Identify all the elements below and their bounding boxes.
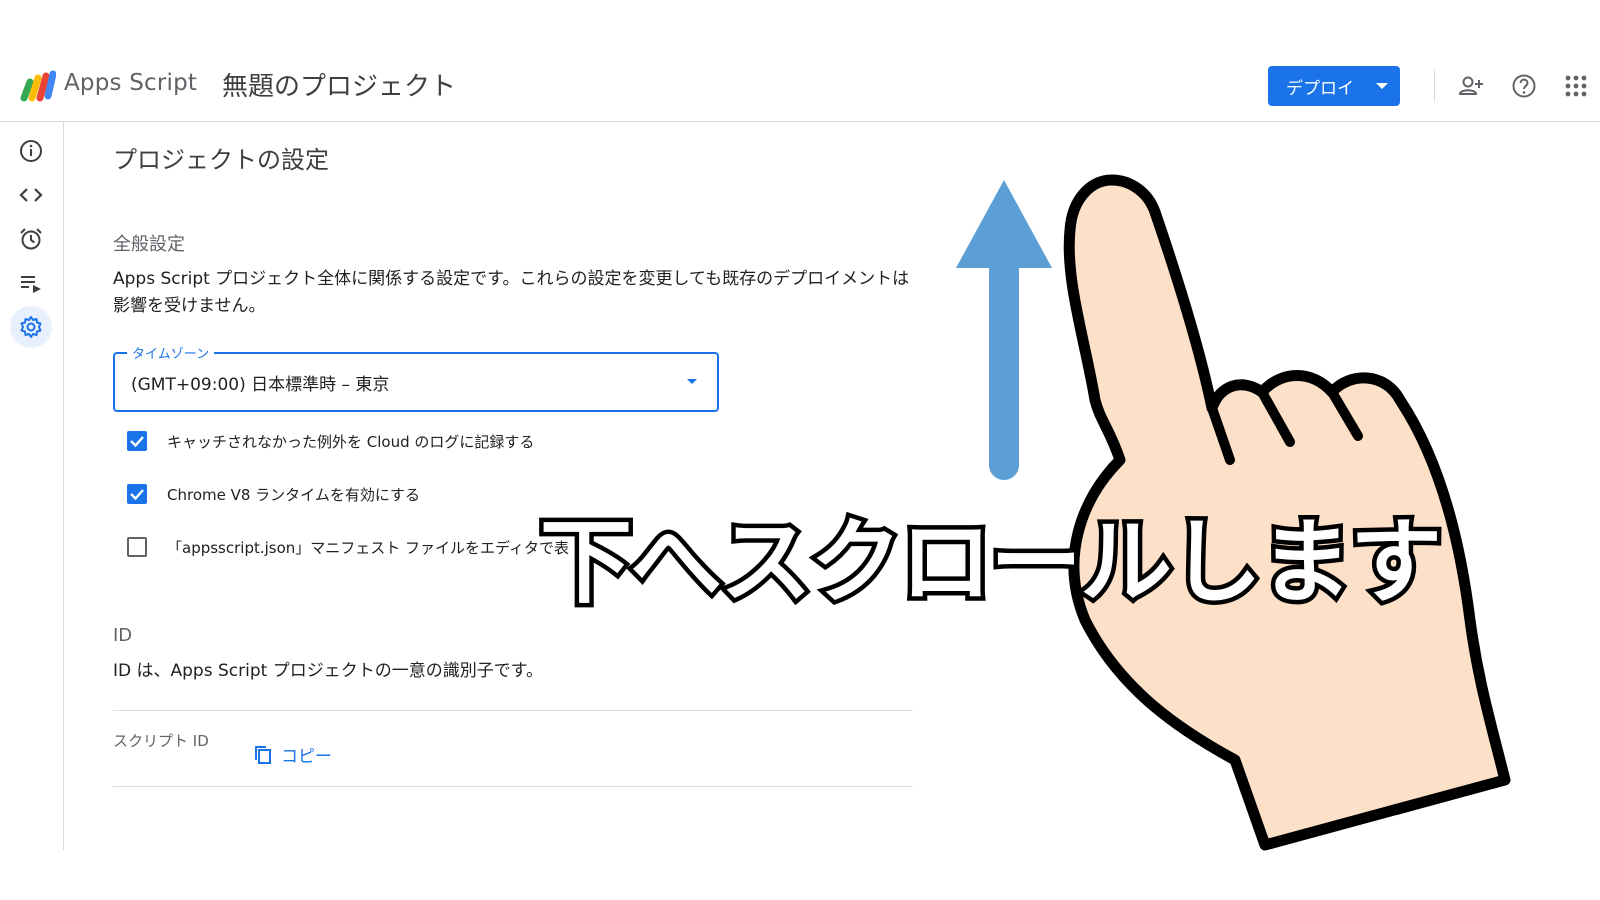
scroll-down-caption: 下へスクロールします: [535, 505, 1446, 621]
v8-runtime-checkbox[interactable]: [127, 484, 147, 504]
deploy-label: デプロイ: [1286, 78, 1354, 99]
sidebar-item-editor[interactable]: [10, 174, 52, 216]
sidebar-item-triggers[interactable]: [10, 218, 52, 260]
general-settings-heading: 全般設定: [113, 234, 185, 255]
scroll-up-arrow-icon: [956, 180, 1052, 480]
divider: [113, 710, 913, 711]
check-icon: [130, 436, 144, 448]
checkbox-label: Chrome V8 ランタイムを有効にする: [167, 485, 421, 504]
checkbox-row[interactable]: Chrome V8 ランタイムを有効にする: [127, 482, 420, 506]
sidebar-item-overview[interactable]: [10, 130, 52, 172]
gear-icon: [20, 316, 42, 338]
divider: [113, 786, 913, 787]
dropdown-caret-icon: [687, 379, 697, 384]
app-name[interactable]: Apps Script: [64, 70, 197, 96]
show-manifest-checkbox[interactable]: [127, 537, 147, 557]
copy-icon: [255, 745, 271, 764]
project-title[interactable]: 無題のプロジェクト: [222, 66, 456, 103]
checkbox-row[interactable]: 「appsscript.json」マニフェスト ファイルをエディタで表: [127, 535, 569, 559]
page-title: プロジェクトの設定: [113, 146, 329, 174]
help-icon[interactable]: [1510, 72, 1538, 100]
id-heading: ID: [113, 625, 133, 646]
apps-grid-icon[interactable]: [1562, 72, 1590, 100]
log-exceptions-checkbox[interactable]: [127, 431, 147, 451]
checkbox-row[interactable]: キャッチされなかった例外を Cloud のログに記録する: [127, 429, 534, 453]
timezone-select[interactable]: タイムゾーン (GMT+09:00) 日本標準時 – 東京: [113, 343, 719, 412]
check-icon: [130, 489, 144, 501]
copy-label: コピー: [281, 747, 332, 767]
divider: [1434, 70, 1435, 102]
checkbox-label: 「appsscript.json」マニフェスト ファイルをエディタで表: [167, 538, 570, 557]
sidebar: [0, 122, 64, 850]
timezone-label: タイムゾーン: [127, 343, 215, 362]
deploy-button[interactable]: デプロイ: [1268, 66, 1400, 106]
add-person-icon[interactable]: [1457, 72, 1485, 100]
copy-button[interactable]: コピー: [253, 742, 332, 767]
sidebar-item-executions[interactable]: [10, 262, 52, 304]
timezone-value: (GMT+09:00) 日本標準時 – 東京: [131, 375, 390, 395]
sidebar-item-settings[interactable]: [10, 306, 52, 348]
chevron-down-icon: [1376, 83, 1388, 89]
alarm-icon: [20, 228, 42, 250]
apps-script-logo[interactable]: [20, 68, 56, 102]
top-bar: Apps Script 無題のプロジェクト デプロイ: [0, 50, 1600, 122]
executions-icon: [21, 276, 41, 293]
id-description: ID は、Apps Script プロジェクトの一意の識別子です。: [113, 661, 543, 681]
checkbox-label: キャッチされなかった例外を Cloud のログに記録する: [167, 432, 535, 451]
general-settings-description: Apps Script プロジェクト全体に関係する設定です。これらの設定を変更し…: [113, 269, 910, 316]
code-icon: [19, 188, 43, 202]
script-id-label: スクリプト ID: [113, 732, 209, 750]
info-icon: [20, 140, 42, 162]
